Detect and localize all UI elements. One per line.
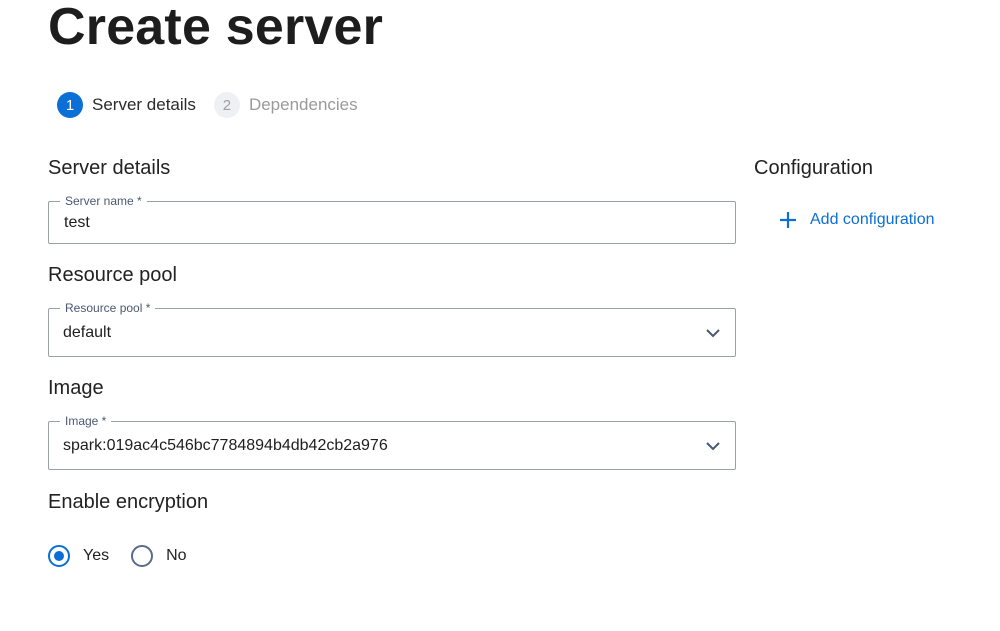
encryption-heading: Enable encryption <box>48 491 209 513</box>
step-label: Server details <box>92 95 196 114</box>
server-name-value[interactable]: test <box>64 214 90 232</box>
radio-checked-icon[interactable] <box>48 545 70 567</box>
step-number: 1 <box>57 92 83 118</box>
stepper: 1 Server details 2 Dependencies <box>57 92 376 118</box>
step-dependencies[interactable]: 2 Dependencies <box>213 92 358 118</box>
chevron-down-icon[interactable] <box>705 441 721 451</box>
add-configuration-button[interactable]: Add configuration <box>778 210 935 230</box>
image-select[interactable]: Image * spark:019ac4c546bc7784894b4db42c… <box>48 413 736 470</box>
image-value: spark:019ac4c546bc7784894b4db42cb2a976 <box>63 436 388 454</box>
server-name-label: Server name * <box>60 193 147 209</box>
image-label: Image * <box>60 413 112 429</box>
server-details-heading: Server details <box>48 157 171 179</box>
resource-pool-select[interactable]: Resource pool * default <box>48 300 736 357</box>
step-number: 2 <box>213 92 240 118</box>
radio-label: Yes <box>83 547 110 564</box>
radio-unchecked-icon[interactable] <box>131 545 154 567</box>
step-label: Dependencies <box>248 95 358 114</box>
add-configuration-label: Add configuration <box>810 211 935 228</box>
chevron-down-icon[interactable] <box>705 328 721 338</box>
resource-pool-value: default <box>63 323 112 341</box>
configuration-heading: Configuration <box>754 157 873 179</box>
resource-pool-heading: Resource pool <box>48 264 177 286</box>
server-name-field[interactable]: Server name * test <box>48 193 736 244</box>
resource-pool-label: Resource pool * <box>60 300 156 316</box>
radio-label: No <box>166 547 187 564</box>
image-heading: Image <box>48 377 104 399</box>
page-title: Create server <box>48 0 384 56</box>
encryption-radio-group: Yes No <box>48 545 209 567</box>
encryption-no-radio[interactable]: No <box>131 545 187 567</box>
plus-icon <box>780 212 796 228</box>
encryption-yes-radio[interactable]: Yes <box>48 545 109 567</box>
create-server-page: Create server 1 Server details 2 Depende… <box>0 0 1000 631</box>
step-server-details[interactable]: 1 Server details <box>57 92 196 118</box>
